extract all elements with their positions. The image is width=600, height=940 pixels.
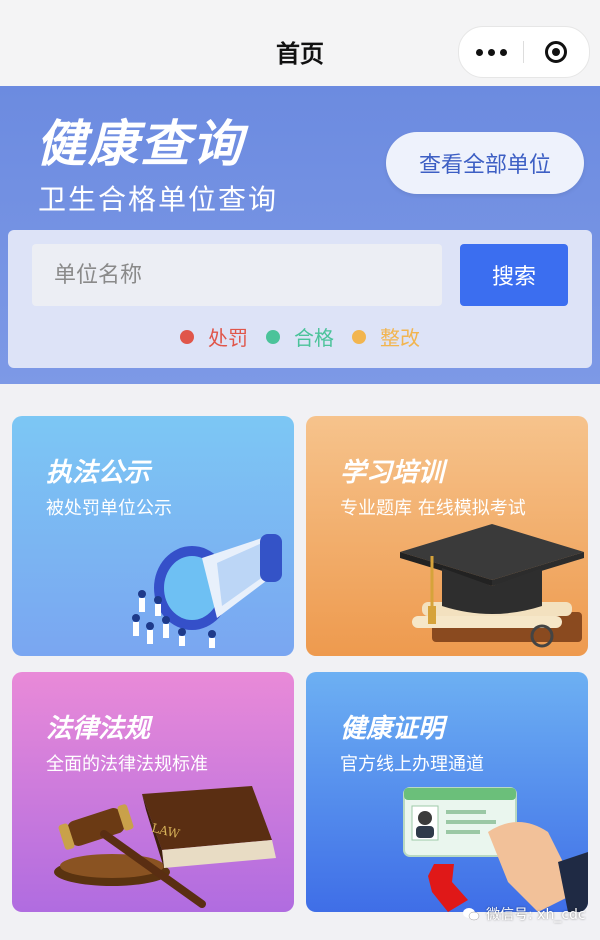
search-panel: 搜索 处罚 合格 整改 [8,230,592,368]
legend-label: 处罚 [208,326,248,350]
card-health-certificate[interactable]: 健康证明 官方线上办理通道 [306,672,588,912]
card-subtitle: 全面的法律法规标准 [46,754,208,775]
view-all-units-button[interactable]: 查看全部单位 [386,132,584,194]
card-laws-regulations[interactable]: 法律法规 全面的法律法规标准 LAW [12,672,294,912]
card-title: 健康证明 [340,714,445,744]
rectify-dot-icon [352,329,366,344]
status-legend: 处罚 合格 整改 [8,322,592,351]
card-study-training[interactable]: 学习培训 专业题库 在线模拟考试 [306,416,588,656]
search-button[interactable]: 搜索 [460,244,568,306]
graduation-cap-icon [400,524,584,648]
more-options-button[interactable] [459,27,523,77]
watermark-text: 微信号: xh_cdc [486,907,586,923]
legend-item-penalty: 处罚 [180,322,248,351]
wechat-icon [463,908,480,921]
legend-label: 合格 [294,326,334,350]
wechat-watermark: 微信号: xh_cdc [462,904,586,924]
card-title: 学习培训 [340,458,445,488]
unit-name-search-input[interactable] [32,244,442,306]
megaphone-icon [132,534,282,648]
more-dots-icon [475,48,507,56]
penalty-dot-icon [180,329,194,344]
qualified-dot-icon [266,329,280,344]
health-query-banner: 健康查询 卫生合格单位查询 查看全部单位 搜索 处罚 合格 整改 [0,86,600,384]
close-mini-program-button[interactable] [524,27,588,77]
banner-title: 健康查询 [36,115,244,173]
navigation-bar: 首页 [0,0,600,86]
gavel-icon: LAW [54,786,276,908]
banner-subtitle: 卫生合格单位查询 [38,183,279,216]
legend-item-qualified: 合格 [266,322,334,351]
card-enforcement-disclosure[interactable]: 执法公示 被处罚单位公示 [12,416,294,656]
legend-item-rectify: 整改 [352,322,420,351]
mini-program-capsule [458,26,590,78]
close-target-icon [545,41,567,63]
legend-label: 整改 [380,326,420,350]
card-title: 法律法规 [46,714,151,744]
health-certificate-icon [403,787,588,912]
card-title: 执法公示 [46,458,151,488]
